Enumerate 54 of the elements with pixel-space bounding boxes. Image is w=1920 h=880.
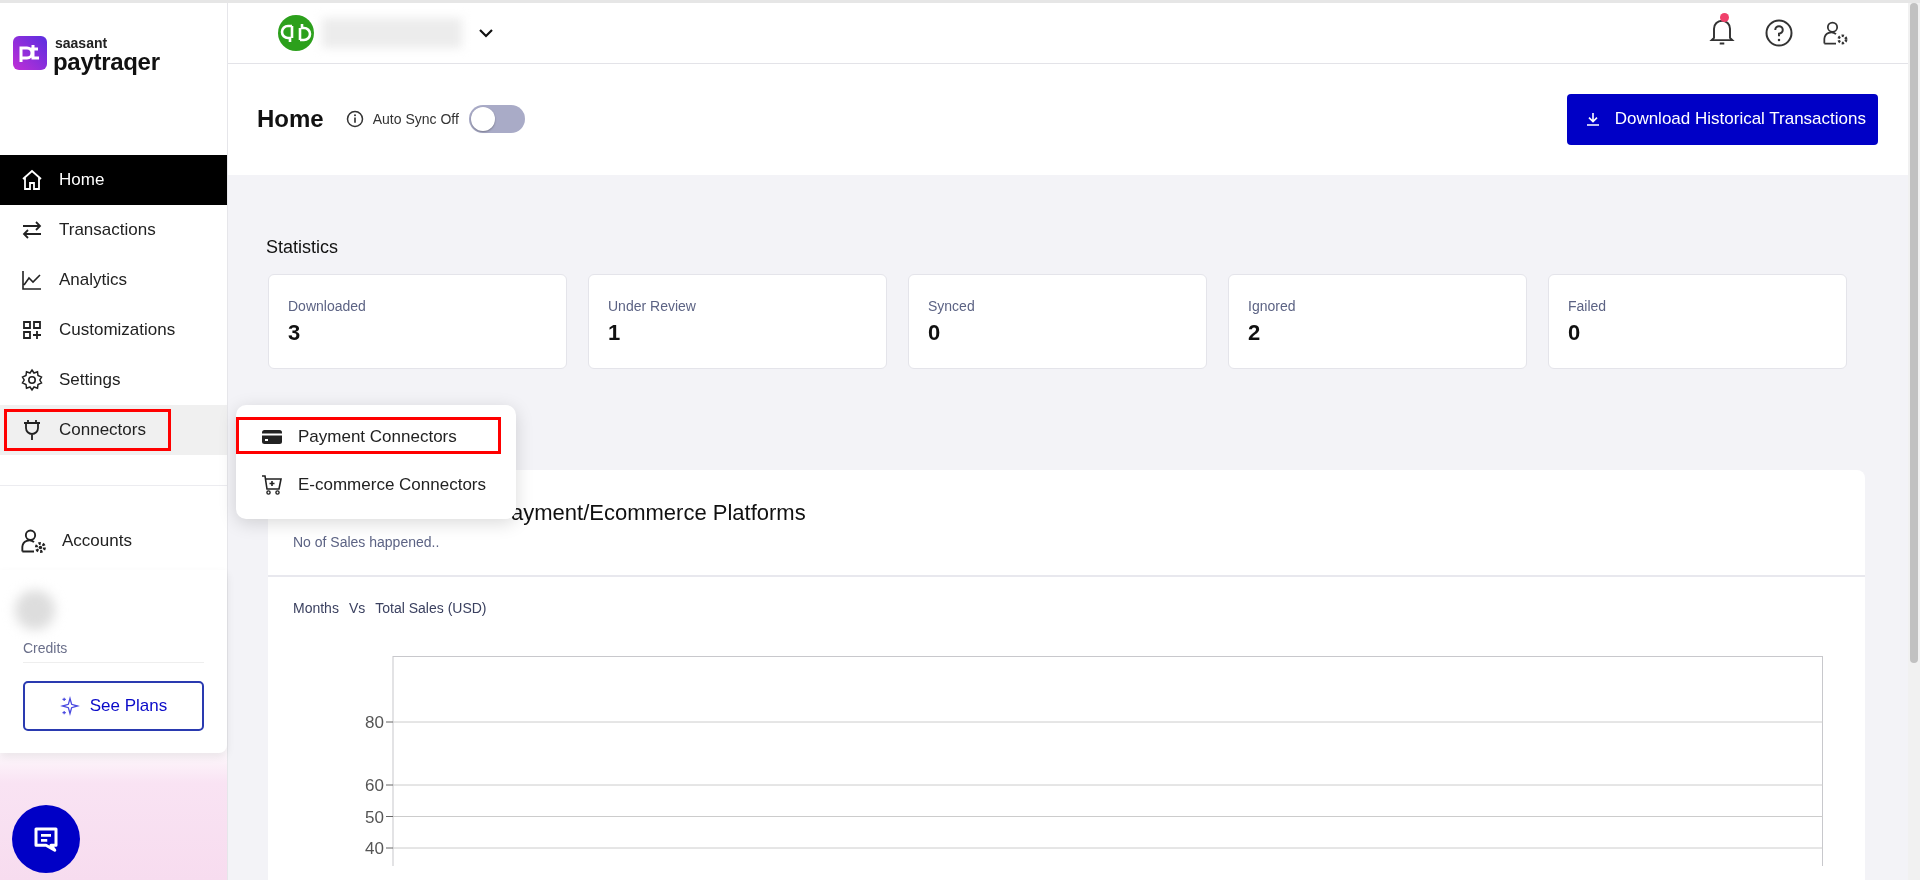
product-name: paytraqer: [53, 50, 160, 74]
stat-label: Synced: [928, 297, 976, 314]
sidebar-nav-item[interactable]: Customizations: [0, 305, 227, 355]
y-tick: [385, 721, 394, 723]
stat-value: 2: [1248, 319, 1262, 346]
versus-label: Vs: [348, 599, 366, 616]
y-tick-label: 60: [365, 775, 384, 795]
y-tick: [385, 784, 394, 786]
sidebar-nav-item[interactable]: Analytics: [0, 255, 227, 305]
line-chart-icon: [20, 268, 44, 292]
y-tick-label: 80: [365, 712, 384, 732]
stat-label: Under Review: [608, 297, 697, 314]
company-name: saasant: [55, 36, 109, 50]
grid-plus-icon: [20, 318, 44, 342]
sidebar-nav-item[interactable]: Home: [0, 155, 227, 205]
stat-label: Failed: [1568, 297, 1608, 314]
chart-subtitle: No of Sales happened..: [293, 533, 441, 550]
help-icon[interactable]: [1764, 17, 1794, 48]
chevron-down-icon[interactable]: [478, 27, 494, 38]
y-tick-label: 40: [365, 838, 384, 858]
y-tick: [385, 815, 394, 817]
y-axis-label: Total Sales (USD): [375, 599, 487, 616]
stat-value: 3: [288, 319, 302, 346]
sparkle-icon: [59, 696, 80, 716]
stat-value: 1: [608, 319, 622, 346]
menu-item[interactable]: Payment Connectors: [236, 413, 516, 461]
credits-label: Credits: [23, 640, 204, 663]
logo-icon: [13, 36, 47, 70]
sidebar-nav-item[interactable]: Settings: [0, 355, 227, 405]
y-tick: [385, 847, 394, 849]
download-icon: [1584, 111, 1601, 128]
home-icon: [20, 168, 44, 192]
scrollbar-thumb[interactable]: [1910, 3, 1918, 663]
section-title: Statistics: [266, 236, 340, 258]
accounts-nav-item[interactable]: Accounts: [0, 516, 227, 566]
stat-value: 0: [928, 319, 942, 346]
sidebar-nav-item[interactable]: Connectors: [0, 405, 227, 455]
sidebar-nav-item[interactable]: Transactions: [0, 205, 227, 255]
download-historical-transactions-button[interactable]: Download Historical Transactions: [1566, 93, 1878, 145]
stat-label: Downloaded: [288, 297, 367, 314]
y-tick-label: 50: [365, 807, 384, 827]
settings-icon: [20, 368, 44, 392]
page-title: Home: [257, 105, 324, 134]
x-axis-label: Months: [293, 599, 339, 616]
auto-sync-label: Auto Sync Off: [372, 111, 459, 128]
stat-label: Ignored: [1248, 297, 1297, 314]
auto-sync-toggle[interactable]: [468, 105, 525, 134]
stat-value: 0: [1568, 319, 1582, 346]
cart-plus-icon: [260, 473, 284, 497]
see-plans-button[interactable]: See Plans: [23, 681, 204, 731]
info-icon[interactable]: [345, 110, 364, 129]
user-gear-icon: [20, 527, 48, 555]
quickbooks-logo-icon: [278, 14, 314, 51]
blurred-avatar: [15, 590, 55, 630]
